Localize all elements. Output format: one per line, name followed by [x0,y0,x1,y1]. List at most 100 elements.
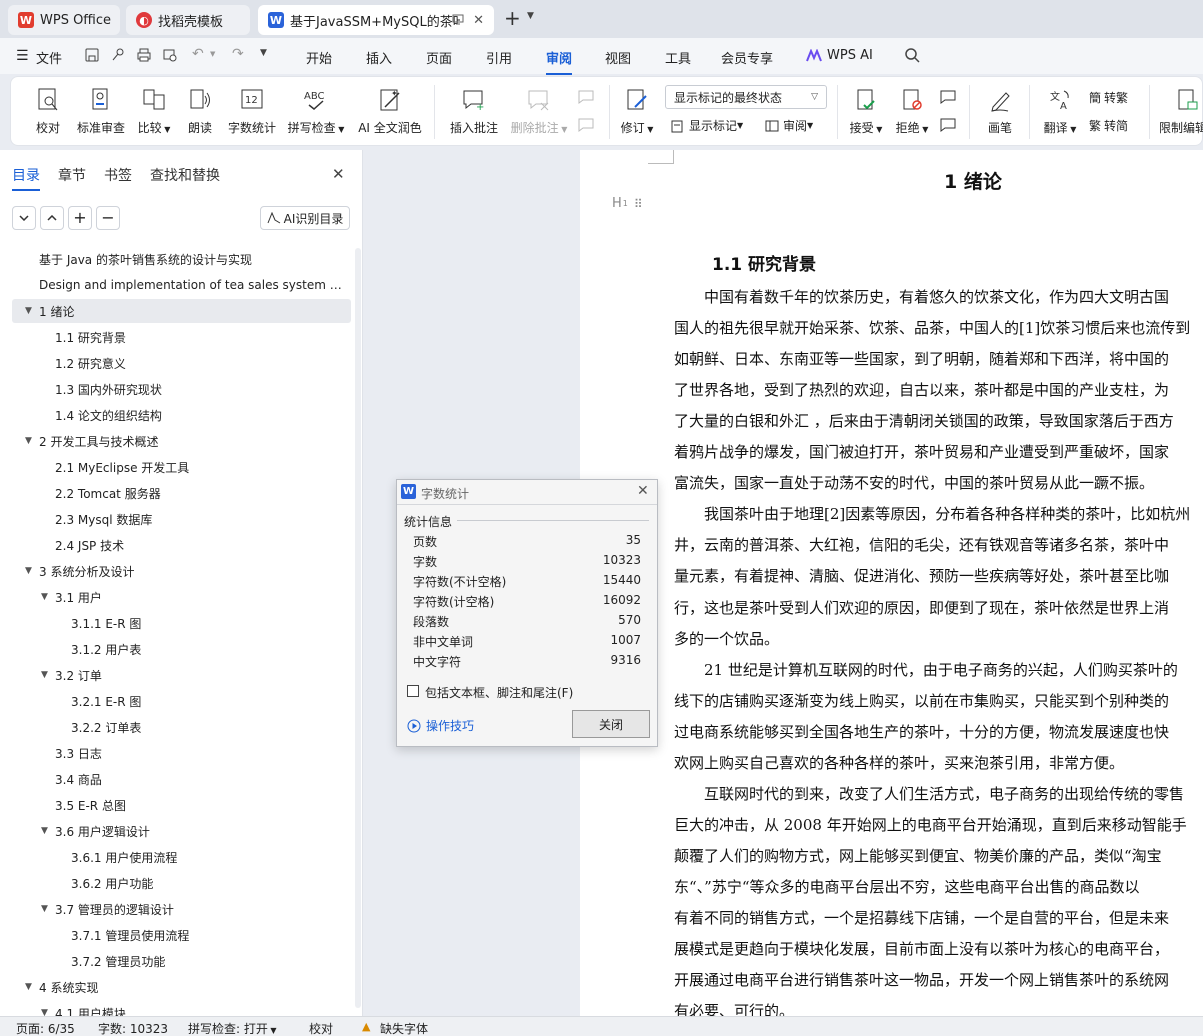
tips-link[interactable]: 操作技巧 [407,717,474,734]
convert-traditional-button[interactable]: 簡转繁 [1089,89,1128,106]
proof-indicator[interactable]: 校对 [309,1020,333,1036]
review-pane-button[interactable]: 审阅 ▼ [765,117,813,134]
proof-button[interactable]: 校对 [33,77,63,143]
convert-simplified-button[interactable]: 繁转简 [1089,117,1128,134]
toc-item[interactable]: ▼ 3.1 用户 [12,585,351,609]
word-count-indicator[interactable]: 字数: 10323 [98,1020,168,1036]
compare-button[interactable]: 比较 ▼ [135,77,173,143]
menu-tools[interactable]: 工具 [665,48,691,67]
toc-item[interactable]: ▼ 1 绪论 [12,299,351,323]
toc-item[interactable]: 3.2.1 E-R 图 [12,689,351,713]
previous-change-icon[interactable] [939,89,957,105]
pen-button[interactable]: 画笔 [985,77,1015,143]
heading-handle[interactable]: H1 ⠿ [612,196,643,211]
read-aloud-button[interactable]: 朗读 [187,77,213,143]
toc-item[interactable]: 2.2 Tomcat 服务器 [12,481,351,505]
menu-insert[interactable]: 插入 [366,48,392,67]
hamburger-icon[interactable]: ☰ [16,48,29,64]
undo-icon[interactable]: ↶ [192,46,204,62]
add-heading-button[interactable]: + [68,206,92,230]
tab-toc[interactable]: 目录 [12,165,40,191]
translate-button[interactable]: 文A 翻译 ▼ [1041,77,1079,143]
reject-button[interactable]: 拒绝 ▼ [893,77,931,143]
toc-item[interactable]: ▼ 2 开发工具与技术概述 [12,429,351,453]
menu-file[interactable]: 文件 [36,48,62,67]
tab-bookmarks[interactable]: 书签 [104,165,132,185]
previous-comment-icon[interactable] [577,89,595,105]
next-comment-icon[interactable] [577,117,595,133]
toc-item[interactable]: 3.1.2 用户表 [12,637,351,661]
spell-check-indicator[interactable]: 拼写检查: 打开 ▼ [188,1020,277,1036]
tab-wps-office[interactable]: W WPS Office [8,5,120,35]
word-count-button[interactable]: 12 字数统计 [227,77,277,143]
toc-item[interactable]: ▼ 3.2 订单 [12,663,351,687]
toc-item[interactable]: 2.4 JSP 技术 [12,533,351,557]
toc-item[interactable]: 3.3 日志 [12,741,351,765]
toc-item[interactable]: 1.1 研究背景 [12,325,351,349]
toc-item[interactable]: ▼ 3.6 用户逻辑设计 [12,819,351,843]
save-icon[interactable] [84,47,100,63]
missing-font-indicator[interactable]: 缺失字体 [380,1020,428,1036]
expand-toggle-icon[interactable]: ▼ [41,670,51,680]
include-textbox-checkbox[interactable] [407,685,419,697]
next-change-icon[interactable] [939,117,957,133]
tab-list-chevron-icon[interactable]: ▼ [527,11,534,21]
toc-item[interactable]: ▼ 3 系统分析及设计 [12,559,351,583]
toc-item[interactable]: 3.6.1 用户使用流程 [12,845,351,869]
page-indicator[interactable]: 页面: 6/35 [16,1020,75,1036]
toc-item[interactable]: 3.2.2 订单表 [12,715,351,739]
tab-document[interactable]: W 基于JavaSSM+MySQL的茶叶销售系统 ✕ [258,5,494,35]
wps-ai-icon[interactable] [806,49,822,63]
standard-review-button[interactable]: 标准审查 [75,77,127,143]
expand-toggle-icon[interactable]: ▼ [41,826,51,836]
toc-item[interactable]: ▼ 3.7 管理员的逻辑设计 [12,897,351,921]
close-panel-icon[interactable]: ✕ [332,165,345,183]
collapse-down-button[interactable] [12,206,36,230]
toc-item[interactable]: 3.1.1 E-R 图 [12,611,351,635]
close-tab-icon[interactable]: ✕ [473,13,484,28]
expand-toggle-icon[interactable]: ▼ [25,982,35,992]
undo-chevron-icon[interactable]: ▼ [210,50,215,58]
toc-scrollbar[interactable] [355,248,361,1008]
tab-docer[interactable]: ◐ 找稻壳模板 [126,5,250,35]
toc-item[interactable]: 3.4 商品 [12,767,351,791]
ai-polish-button[interactable]: ✦ AI 全文润色 [357,77,423,143]
remove-heading-button[interactable]: − [96,206,120,230]
menu-wps-ai[interactable]: WPS AI [827,48,873,63]
close-dialog-icon[interactable]: ✕ [637,483,649,499]
insert-comment-button[interactable]: + 插入批注 [449,77,499,143]
expand-toggle-icon[interactable]: ▼ [41,592,51,602]
expand-toggle-icon[interactable]: ▼ [25,306,35,316]
monitor-icon[interactable] [452,14,464,25]
toc-item[interactable]: 2.1 MyEclipse 开发工具 [12,455,351,479]
expand-toggle-icon[interactable]: ▼ [25,436,35,446]
menu-view[interactable]: 视图 [605,48,631,67]
tab-chapters[interactable]: 章节 [58,165,86,185]
quick-access-chevron-icon[interactable]: ▼ [260,48,267,58]
toc-item[interactable]: 1.2 研究意义 [12,351,351,375]
toc-item[interactable]: 1.4 论文的组织结构 [12,403,351,427]
toc-item[interactable]: 1.3 国内外研究现状 [12,377,351,401]
spell-check-button[interactable]: ABC 拼写检查 ▼ [287,77,345,143]
close-button[interactable]: 关闭 [572,710,650,738]
delete-comment-button[interactable]: 删除批注 ▼ [509,77,569,143]
track-changes-button[interactable]: 修订 ▼ [617,77,657,143]
toc-item[interactable]: 3.7.1 管理员使用流程 [12,923,351,947]
tab-find-replace[interactable]: 查找和替换 [150,165,220,185]
menu-home[interactable]: 开始 [306,48,332,67]
restrict-editing-button[interactable]: 限制编辑 [1159,77,1203,143]
menu-page[interactable]: 页面 [426,48,452,67]
search-icon[interactable] [904,47,920,63]
toc-item[interactable]: 基于 Java 的茶叶销售系统的设计与实现 [12,247,351,271]
accept-button[interactable]: 接受 ▼ [847,77,885,143]
menu-review[interactable]: 审阅 [546,48,573,75]
ai-toc-button[interactable]: AI识别目录 [260,206,350,230]
print-preview-icon[interactable] [162,47,178,63]
redo-icon[interactable]: ↷ [232,46,244,62]
expand-up-button[interactable] [40,206,64,230]
toc-item[interactable]: ▼ 4 系统实现 [12,975,351,999]
menu-member[interactable]: 会员专享 [721,48,773,67]
expand-toggle-icon[interactable]: ▼ [25,566,35,576]
expand-toggle-icon[interactable]: ▼ [41,904,51,914]
toc-item[interactable]: 2.3 Mysql 数据库 [12,507,351,531]
